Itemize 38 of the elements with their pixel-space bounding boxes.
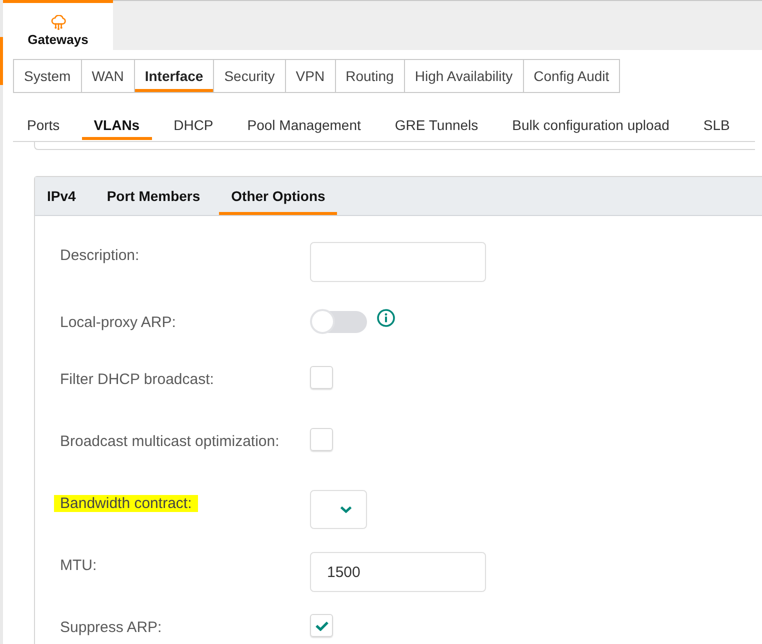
chevron-down-icon: [340, 506, 352, 513]
cloud-network-icon: [48, 15, 68, 30]
toggle-switch[interactable]: [310, 309, 367, 334]
nav-tab[interactable]: High Availability: [404, 59, 524, 93]
nav-tab[interactable]: WAN: [80, 59, 135, 93]
field-label: Description:: [60, 247, 140, 264]
sub-tab[interactable]: VLANs: [82, 93, 152, 140]
section-tab[interactable]: Other Options: [219, 177, 338, 215]
field-label: Broadcast multicast optimization:: [60, 433, 280, 450]
section-tab[interactable]: IPv4: [35, 177, 88, 215]
nav-tab[interactable]: Config Audit: [522, 59, 620, 93]
checkbox[interactable]: [310, 428, 333, 451]
sidebar-active-marker: [0, 37, 3, 85]
checkbox[interactable]: [310, 366, 333, 389]
field-label: Filter DHCP broadcast:: [60, 371, 214, 388]
text-field[interactable]: [310, 242, 486, 282]
nav-tab[interactable]: VPN: [284, 59, 336, 93]
field-label: MTU:: [60, 557, 97, 574]
text-field[interactable]: 1500: [310, 552, 486, 592]
sub-tab[interactable]: DHCP: [162, 93, 226, 140]
sub-tab[interactable]: Ports: [13, 93, 72, 140]
nav-tab[interactable]: System: [13, 59, 82, 93]
app-tab[interactable]: Gateways: [3, 0, 113, 50]
dropdown-field[interactable]: [310, 490, 367, 529]
check-icon: [314, 620, 328, 630]
nav-tab[interactable]: Routing: [334, 59, 405, 93]
sub-tab[interactable]: GRE Tunnels: [382, 93, 490, 140]
nav-tab[interactable]: Security: [213, 59, 286, 93]
field-label: Suppress ARP:: [60, 619, 162, 636]
checkbox[interactable]: [310, 614, 333, 637]
field-label: Bandwidth contract:: [54, 495, 198, 512]
info-icon[interactable]: [377, 309, 395, 327]
nav-tab[interactable]: Interface: [134, 59, 214, 93]
sub-tab[interactable]: SLB: [691, 93, 742, 140]
section-tab[interactable]: Port Members: [94, 177, 212, 215]
sub-tab[interactable]: Bulk configuration upload: [500, 93, 682, 140]
sub-tab[interactable]: Pool Management: [235, 93, 373, 140]
field-label: Local-proxy ARP:: [60, 314, 176, 331]
